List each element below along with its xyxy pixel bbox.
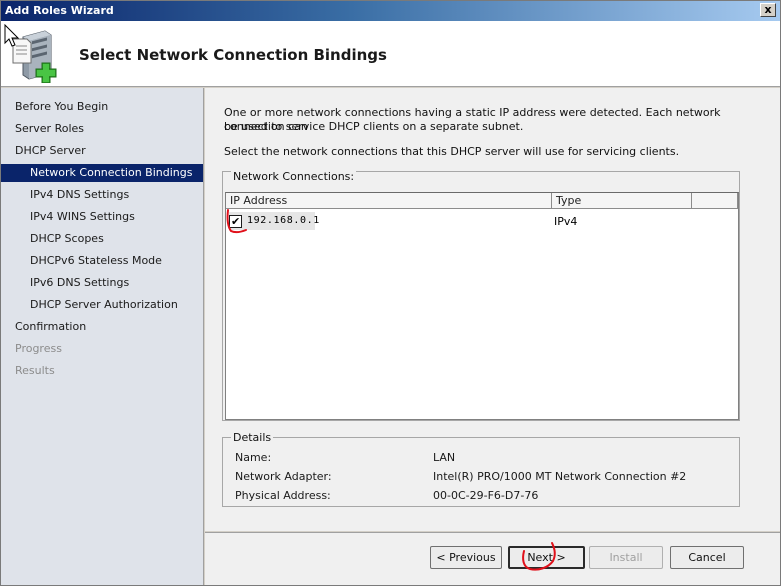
detail-mac-key: Physical Address: — [235, 489, 331, 502]
column-header-ip-address[interactable]: IP Address — [226, 193, 552, 209]
column-header-empty — [692, 193, 738, 209]
cancel-button[interactable]: Cancel — [670, 546, 744, 569]
wizard-window: Add Roles Wizard x Select Network Connec… — [0, 0, 781, 586]
type-cell: IPv4 — [554, 215, 578, 228]
nav-item-dhcp-server-authorization[interactable]: DHCP Server Authorization — [1, 296, 203, 314]
detail-adapter-key: Network Adapter: — [235, 470, 332, 483]
content-pane: One or more network connections having a… — [205, 88, 780, 531]
wizard-steps-nav: Before You Begin Server Roles DHCP Serve… — [1, 88, 204, 585]
instruction-text: Select the network connections that this… — [224, 145, 680, 158]
nav-item-network-connection-bindings[interactable]: Network Connection Bindings — [1, 164, 203, 182]
nav-item-dhcp-scopes[interactable]: DHCP Scopes — [1, 230, 203, 248]
wizard-header: Select Network Connection Bindings — [1, 21, 780, 87]
details-label: Details — [231, 431, 274, 444]
detail-name-value: LAN — [433, 451, 456, 464]
ip-address-cell: 192.168.0.1 — [247, 215, 320, 226]
next-button[interactable]: Next > — [508, 546, 585, 569]
intro-text-line2: be used to service DHCP clients on a sep… — [224, 120, 524, 133]
page-title: Select Network Connection Bindings — [79, 46, 387, 64]
nav-item-ipv6-dns-settings[interactable]: IPv6 DNS Settings — [1, 274, 203, 292]
detail-mac-value: 00-0C-29-F6-D7-76 — [433, 489, 539, 502]
nav-item-before-you-begin[interactable]: Before You Begin — [1, 98, 203, 116]
window-title: Add Roles Wizard — [5, 4, 114, 17]
nav-item-ipv4-dns-settings[interactable]: IPv4 DNS Settings — [1, 186, 203, 204]
nav-item-server-roles[interactable]: Server Roles — [1, 120, 203, 138]
details-group: Details Name: LAN Network Adapter: Intel… — [222, 431, 740, 507]
nav-item-dhcpv6-stateless-mode[interactable]: DHCPv6 Stateless Mode — [1, 252, 203, 270]
install-button: Install — [589, 546, 663, 569]
close-button[interactable]: x — [760, 3, 776, 17]
network-connections-list[interactable]: IP Address Type ✔ 192.168.0.1 IPv4 — [225, 192, 739, 420]
checkmark-icon: ✔ — [231, 215, 241, 228]
nav-item-dhcp-server[interactable]: DHCP Server — [1, 142, 203, 160]
nav-item-ipv4-wins-settings[interactable]: IPv4 WINS Settings — [1, 208, 203, 226]
detail-name-key: Name: — [235, 451, 272, 464]
nav-item-confirmation[interactable]: Confirmation — [1, 318, 203, 336]
previous-button[interactable]: < Previous — [430, 546, 502, 569]
nav-item-progress: Progress — [15, 342, 62, 355]
server-add-role-icon — [12, 30, 57, 83]
connection-checkbox[interactable]: ✔ — [229, 215, 242, 228]
network-connections-group: Network Connections: IP Address Type ✔ 1… — [222, 170, 740, 421]
column-header-type[interactable]: Type — [552, 193, 692, 209]
detail-adapter-value: Intel(R) PRO/1000 MT Network Connection … — [433, 470, 687, 483]
nav-item-results: Results — [15, 364, 55, 377]
title-bar[interactable]: Add Roles Wizard x — [1, 1, 780, 21]
network-connections-label: Network Connections: — [231, 170, 357, 183]
wizard-button-bar: < Previous Next > Install Cancel — [205, 532, 780, 585]
